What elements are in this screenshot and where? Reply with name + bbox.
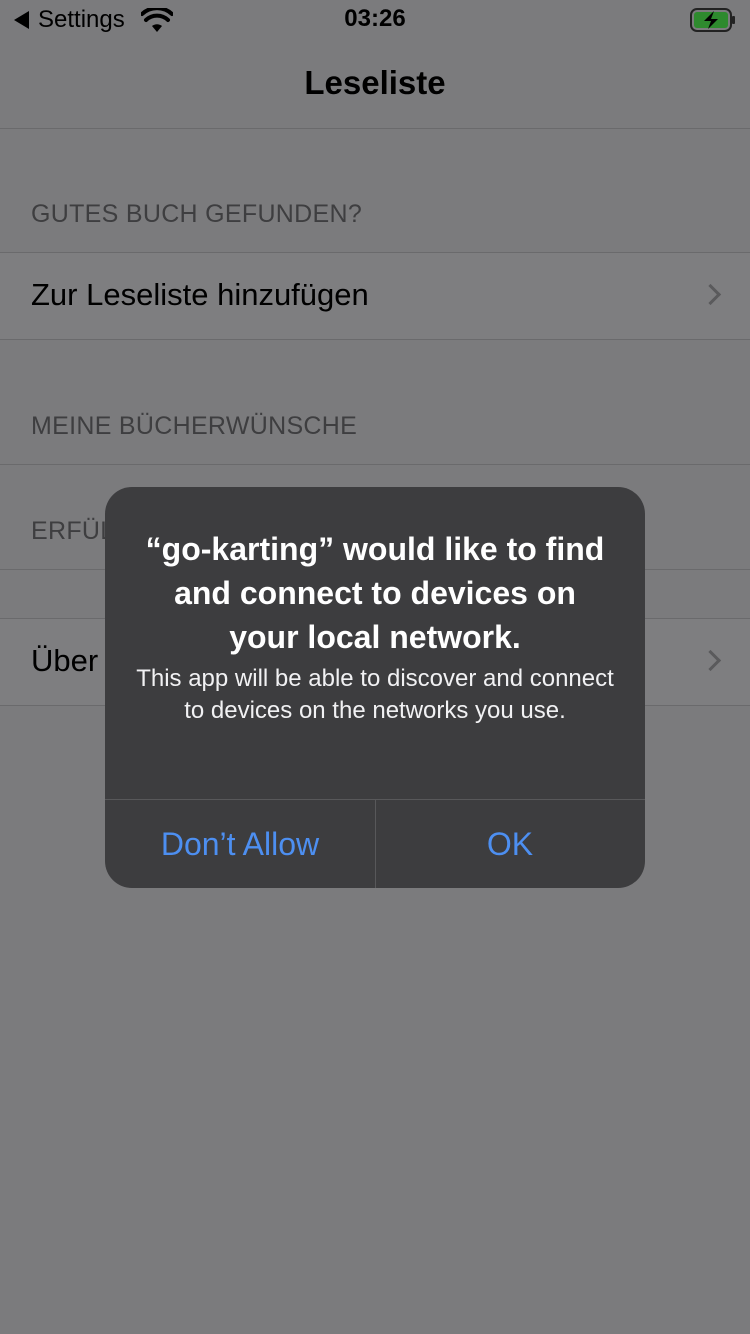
chevron-right-icon xyxy=(699,649,722,672)
local-network-permission-alert: “go-karting” would like to find and conn… xyxy=(105,487,645,888)
ok-button[interactable]: OK xyxy=(375,800,645,888)
battery-charging-icon xyxy=(690,8,735,32)
status-bar: Settings 03:26 xyxy=(0,0,750,42)
section-header-erfuellt: ERFÜL xyxy=(31,517,115,545)
page-title: Leseliste xyxy=(304,64,446,101)
alert-message: This app will be able to discover and co… xyxy=(136,665,614,724)
section-header-gutes-buch: GUTES BUCH GEFUNDEN? xyxy=(31,200,363,228)
divider xyxy=(0,464,750,465)
alert-title: “go-karting” would like to find and conn… xyxy=(145,531,605,655)
cell-label: Zur Leseliste hinzufügen xyxy=(31,277,369,312)
status-time: 03:26 xyxy=(344,5,406,32)
add-to-reading-list-cell[interactable]: Zur Leseliste hinzufügen xyxy=(0,252,750,340)
navigation-bar: Leseliste xyxy=(0,42,750,129)
cell-label: Über xyxy=(31,643,99,678)
chevron-right-icon xyxy=(699,283,722,306)
section-header-buecherwuensche: MEINE BÜCHERWÜNSCHE xyxy=(31,412,358,440)
dont-allow-button[interactable]: Don’t Allow xyxy=(105,800,375,888)
